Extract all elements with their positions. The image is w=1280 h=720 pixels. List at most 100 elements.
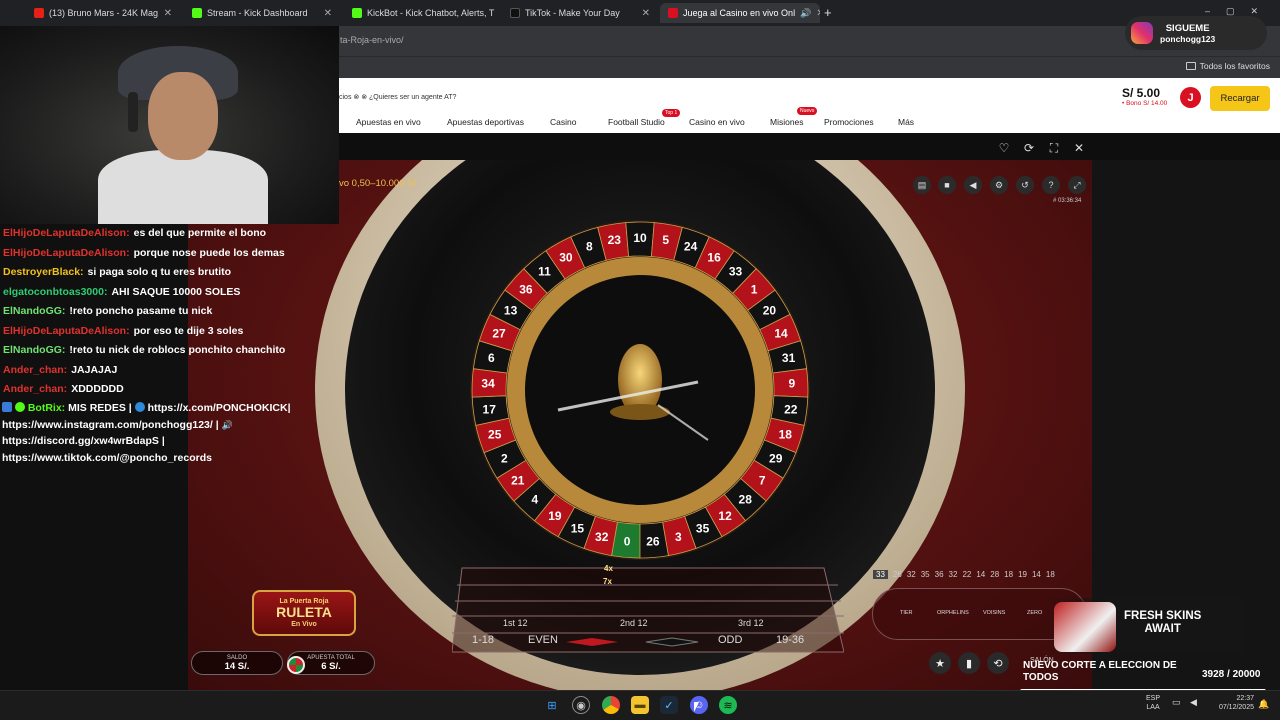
spotify-icon[interactable]: ≋ xyxy=(719,696,737,714)
skins-ad-overlay: FRESH SKINS AWAIT xyxy=(1046,598,1244,654)
top-badge: Top 1 xyxy=(662,109,681,117)
history-icon[interactable]: ↺ xyxy=(1016,176,1034,194)
nav-more[interactable]: Más xyxy=(898,117,914,127)
nav-missions[interactable]: Misiones xyxy=(770,117,804,127)
bet-even[interactable]: EVEN xyxy=(528,634,558,646)
close-icon[interactable]: ✕ xyxy=(816,8,820,19)
windows-start-icon[interactable]: ⊞ xyxy=(543,696,561,714)
chat-username[interactable]: DestroyerBlack: xyxy=(3,266,84,278)
network-icon[interactable]: ▭ xyxy=(1172,697,1181,708)
volume-icon[interactable]: ◀ xyxy=(1190,697,1197,708)
browser-tab-casino[interactable]: Juega al Casino en vivo Onl 🔊 ✕ xyxy=(660,3,820,23)
discord-icon[interactable]: ☺ xyxy=(690,696,708,714)
racetrack-orphelins[interactable]: ORPHELINS xyxy=(937,610,969,616)
close-icon[interactable]: ✕ xyxy=(642,8,650,19)
browser-tab-kick-dashboard[interactable]: Stream - Kick Dashboard ✕ xyxy=(184,3,340,23)
instagram-icon xyxy=(1131,22,1153,44)
bet-19-36[interactable]: 19-36 xyxy=(776,634,804,646)
chat-username[interactable]: Ander_chan: xyxy=(3,364,67,376)
history-number: 33 xyxy=(873,570,888,579)
settings-icon[interactable]: ⚙ xyxy=(990,176,1008,194)
racetrack-tier[interactable]: TIER xyxy=(900,610,913,616)
heart-icon[interactable]: ♡ xyxy=(997,141,1011,155)
wheel-pocket-number: 18 xyxy=(779,428,793,442)
racetrack-zero[interactable]: ZERO xyxy=(1027,610,1042,616)
expand-icon[interactable]: ⤢ xyxy=(1068,176,1086,194)
browser-tab-youtube[interactable]: (13) Bruno Mars - 24K Mag ✕ xyxy=(26,3,180,23)
chat-icon[interactable]: ▤ xyxy=(913,176,931,194)
agent-notice[interactable]: cios ⊗ ⊗ ¿Quieres ser un agente AT? xyxy=(339,93,456,101)
browser-tab-kickbot[interactable]: KickBot - Kick Chatbot, Alerts, T ✕ xyxy=(344,3,500,23)
nav-live-bets[interactable]: Apuestas en vivo xyxy=(356,117,421,127)
chat-username[interactable]: ElNandoGG: xyxy=(3,344,65,356)
bet-first-dozen[interactable]: 1st 12 xyxy=(503,618,528,628)
chat-link[interactable]: https://www.tiktok.com/@poncho_records xyxy=(2,452,212,464)
nav-live-casino[interactable]: Casino en vivo xyxy=(689,117,745,127)
tab-title: (13) Bruno Mars - 24K Mag xyxy=(49,8,159,18)
bet-second-dozen[interactable]: 2nd 12 xyxy=(620,618,648,628)
result-history: 33 26 32 35 36 32 22 14 28 18 19 14 18 xyxy=(873,570,1055,579)
chat-username[interactable]: Ander_chan: xyxy=(3,383,67,395)
nav-football-studio[interactable]: Football Studio xyxy=(608,117,665,127)
chat-username[interactable]: ElHijoDeLaputaDeAlison: xyxy=(3,247,130,259)
steam-icon[interactable]: ✓ xyxy=(660,696,678,714)
avatar[interactable]: J xyxy=(1180,87,1201,108)
chat-text: XDDDDDD xyxy=(71,383,124,395)
close-icon[interactable]: ✕ xyxy=(324,8,332,19)
volume-icon[interactable]: ◀ xyxy=(964,176,982,194)
system-clock[interactable]: 22:37 07/12/2025 xyxy=(1210,694,1254,712)
video-icon[interactable]: ■ xyxy=(938,176,956,194)
help-icon[interactable]: ? xyxy=(1042,176,1060,194)
nav-sports-bets[interactable]: Apuestas deportivas xyxy=(447,117,524,127)
chat-username[interactable]: ElNandoGG: xyxy=(3,305,65,317)
chat-username[interactable]: ElHijoDeLaputaDeAlison: xyxy=(3,325,130,337)
new-tab-button[interactable]: + xyxy=(824,5,832,20)
favorite-bets-icon[interactable]: ★ xyxy=(929,652,951,674)
url-field[interactable]: ta-Roja-en-vivo/ xyxy=(340,35,404,45)
repeat-icon[interactable]: ⟲ xyxy=(987,652,1009,674)
wheel-pocket-number: 8 xyxy=(586,240,593,254)
chat-link[interactable]: https://discord.gg/xw4wrBdapS | xyxy=(2,435,165,447)
close-icon[interactable]: ✕ xyxy=(1072,141,1086,155)
file-explorer-icon[interactable]: ▬ xyxy=(631,696,649,714)
chip-icon xyxy=(287,656,305,674)
bonus-balance: • Bono S/ 14.00 xyxy=(1122,100,1168,107)
racetrack-voisins[interactable]: VOISINS xyxy=(983,610,1005,616)
input-language[interactable]: ESP LAA xyxy=(1146,694,1160,712)
nav-casino[interactable]: Casino xyxy=(550,117,576,127)
close-icon[interactable]: ✕ xyxy=(164,8,172,19)
history-number: 19 xyxy=(1018,570,1027,579)
speaker-icon[interactable]: 🔊 xyxy=(800,8,811,19)
chat-username[interactable]: elgatoconbtoas3000: xyxy=(3,286,107,298)
recharge-button[interactable]: Recargar xyxy=(1210,86,1270,111)
nav-promotions[interactable]: Promociones xyxy=(824,117,874,127)
gift-image xyxy=(1054,602,1116,652)
bet-1-18[interactable]: 1-18 xyxy=(472,634,494,646)
tiktok-icon xyxy=(510,8,520,18)
tab-title: Juega al Casino en vivo Onl xyxy=(683,8,796,18)
follow-overlay: SIGUEME ponchogg123 xyxy=(1125,16,1267,50)
history-number: 14 xyxy=(976,570,986,579)
history-number: 36 xyxy=(934,570,944,579)
all-bookmarks[interactable]: Todos los favoritos xyxy=(1185,61,1270,71)
statistics-icon[interactable]: ▮ xyxy=(958,652,980,674)
wheel-pocket-number: 7 xyxy=(759,473,766,487)
notification-bell-icon[interactable]: 🔔 xyxy=(1258,699,1269,710)
chat-username[interactable]: ElHijoDeLaputaDeAlison: xyxy=(3,227,130,239)
chat-link[interactable]: https://www.instagram.com/ponchogg123/ | xyxy=(2,419,219,431)
wheel-pocket-number: 9 xyxy=(789,377,796,391)
obs-icon[interactable]: ◉ xyxy=(572,696,590,714)
chrome-icon[interactable] xyxy=(602,696,620,714)
close-icon[interactable]: ✕ xyxy=(499,8,500,19)
fullscreen-icon[interactable]: ⛶ xyxy=(1047,141,1061,155)
refresh-icon[interactable]: ⟳ xyxy=(1022,141,1036,155)
game-toolbar xyxy=(339,133,1280,160)
bet-odd[interactable]: ODD xyxy=(718,634,742,646)
casino-icon xyxy=(668,8,678,18)
wheel-pocket-number: 10 xyxy=(633,231,647,245)
chat-link[interactable]: https://x.com/PONCHOKICK| xyxy=(148,402,291,414)
browser-tab-tiktok[interactable]: TikTok - Make Your Day ✕ xyxy=(502,3,658,23)
history-number: 28 xyxy=(990,570,1000,579)
bet-third-dozen[interactable]: 3rd 12 xyxy=(738,618,764,628)
wheel-pocket-number: 31 xyxy=(782,351,796,365)
